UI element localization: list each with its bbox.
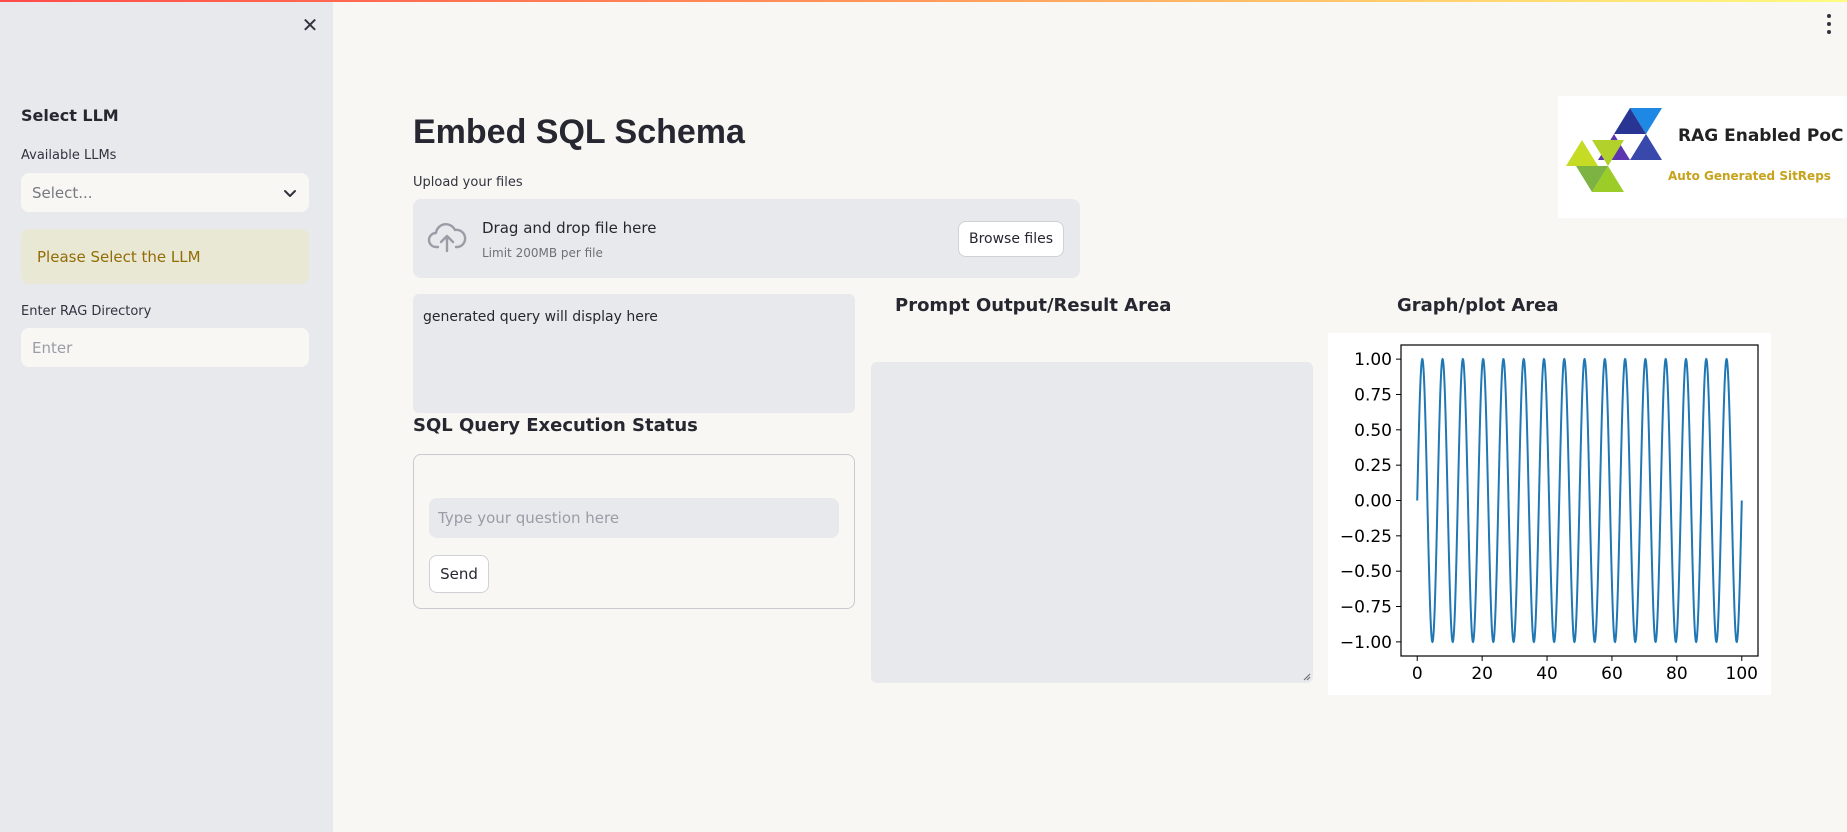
sidebar: ✕ Select LLM Available LLMs Select... Pl… bbox=[0, 0, 333, 832]
x-tick-label: 0 bbox=[1412, 664, 1423, 684]
logo: RAG Enabled PoC Auto Generated SitReps bbox=[1558, 96, 1847, 218]
y-tick-label: −0.75 bbox=[1340, 598, 1392, 618]
send-button[interactable]: Send bbox=[429, 555, 489, 593]
chevron-down-icon bbox=[284, 189, 296, 197]
y-tick-label: −0.25 bbox=[1340, 527, 1392, 547]
dropzone-instruction: Drag and drop file here bbox=[482, 219, 657, 237]
sql-status-heading: SQL Query Execution Status bbox=[413, 415, 698, 436]
page-title: Embed SQL Schema bbox=[413, 113, 745, 151]
y-tick-label: 1.00 bbox=[1354, 350, 1392, 370]
rag-directory-input[interactable] bbox=[21, 328, 309, 367]
x-tick-label: 40 bbox=[1536, 664, 1558, 684]
sidebar-heading: Select LLM bbox=[21, 106, 119, 125]
cloud-upload-icon bbox=[427, 223, 467, 253]
question-input[interactable] bbox=[429, 498, 839, 538]
top-decoration-bar bbox=[0, 0, 1847, 2]
logo-title: RAG Enabled PoC bbox=[1678, 126, 1844, 146]
y-tick-label: 0.75 bbox=[1354, 385, 1392, 405]
file-uploader-dropzone[interactable]: Drag and drop file here Limit 200MB per … bbox=[413, 199, 1080, 278]
generated-query-display: generated query will display here bbox=[413, 294, 855, 413]
prompt-output-textarea[interactable] bbox=[871, 362, 1313, 683]
triangle-logo-icon bbox=[1566, 108, 1662, 192]
x-tick-label: 80 bbox=[1666, 664, 1688, 684]
llm-select-label: Available LLMs bbox=[21, 148, 117, 163]
upload-label: Upload your files bbox=[413, 175, 523, 190]
x-tick-label: 60 bbox=[1601, 664, 1623, 684]
x-tick-label: 20 bbox=[1471, 664, 1493, 684]
question-form: Send bbox=[413, 454, 855, 609]
y-tick-label: 0.50 bbox=[1354, 421, 1392, 441]
main-menu-icon[interactable] bbox=[1823, 14, 1835, 34]
plot-heading: Graph/plot Area bbox=[1397, 295, 1559, 316]
plot-area: 1.00 0.75 0.50 0.25 0.00 −0.25 −0.50 −0.75 −1.00… bbox=[1328, 333, 1771, 695]
llm-warning-alert: Please Select the LLM bbox=[21, 229, 309, 284]
resize-handle-icon[interactable] bbox=[1301, 671, 1311, 681]
browse-files-button[interactable]: Browse files bbox=[958, 221, 1064, 257]
x-tick-label: 100 bbox=[1726, 664, 1758, 684]
close-sidebar-icon[interactable]: ✕ bbox=[300, 15, 320, 35]
llm-select-value: Select... bbox=[32, 183, 93, 202]
y-tick-label: −0.50 bbox=[1340, 562, 1392, 582]
logo-subtitle: Auto Generated SitReps bbox=[1668, 169, 1831, 183]
y-tick-label: 0.00 bbox=[1354, 492, 1392, 512]
rag-directory-label: Enter RAG Directory bbox=[21, 304, 152, 319]
output-heading: Prompt Output/Result Area bbox=[895, 295, 1172, 316]
sine-plot: 1.00 0.75 0.50 0.25 0.00 −0.25 −0.50 −0.75 −1.00… bbox=[1340, 344, 1759, 684]
llm-select[interactable]: Select... bbox=[21, 173, 309, 212]
y-tick-label: 0.25 bbox=[1354, 456, 1392, 476]
series-line bbox=[1416, 357, 1743, 644]
dropzone-limit: Limit 200MB per file bbox=[482, 246, 603, 260]
y-tick-label: −1.00 bbox=[1340, 633, 1392, 653]
